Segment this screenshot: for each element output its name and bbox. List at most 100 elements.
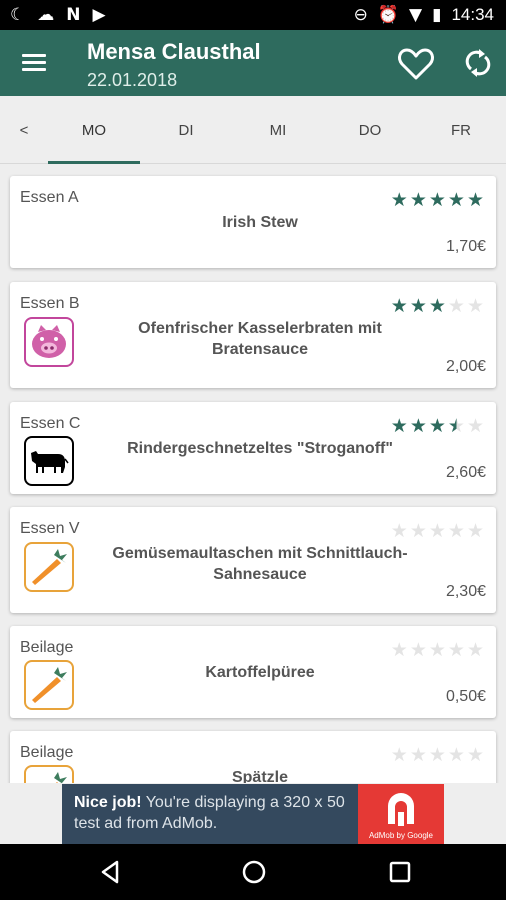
star-icon[interactable]: ★: [391, 190, 408, 210]
meal-price: 2,30€: [445, 583, 486, 600]
meal-price: 2,60€: [445, 464, 486, 481]
n-icon: N: [66, 5, 81, 25]
star-icon[interactable]: ★: [429, 745, 446, 765]
recents-button[interactable]: [385, 858, 415, 886]
alarm-icon: ⏰: [377, 5, 400, 25]
meal-card[interactable]: Essen A ★ ★ ★ ★ ★ Irish Stew 1,70€: [10, 176, 496, 268]
app-bar: Mensa Clausthal 22.01.2018: [0, 30, 506, 96]
star-icon[interactable]: ★: [429, 296, 446, 316]
minus-circle-icon: ⊖: [353, 5, 368, 25]
star-icon[interactable]: ★: [448, 296, 465, 316]
meal-card[interactable]: Essen V ★ ★ ★ ★ ★ Gemüsemaultaschen mit Schn…: [10, 507, 496, 613]
meal-list[interactable]: Essen A ★ ★ ★ ★ ★ Irish Stew 1,70€ Essen B ★…: [0, 165, 506, 783]
battery-icon: ▮: [432, 5, 442, 25]
meal-price: 0,50€: [445, 688, 486, 705]
back-icon: [101, 860, 119, 884]
meal-category: Essen B: [20, 295, 80, 312]
moon-icon: ☾: [10, 5, 26, 25]
star-icon[interactable]: ★: [467, 745, 484, 765]
rating-stars[interactable]: ★ ★ ★ ★ ★: [391, 296, 484, 316]
meal-category: Essen C: [20, 415, 81, 432]
meal-name: Rindergeschnetzeltes "Stroganoff": [127, 440, 393, 457]
tab-mi[interactable]: MI: [232, 96, 324, 164]
menu-icon: [22, 54, 46, 57]
tab-di[interactable]: DI: [140, 96, 232, 164]
rating-stars[interactable]: ★ ★ ★ ★ ★: [391, 190, 484, 210]
rating-stars[interactable]: ★ ★ ★ ★ ★: [391, 416, 484, 436]
star-icon[interactable]: ★: [429, 521, 446, 541]
meal-card[interactable]: Essen B ★ ★ ★ ★ ★ Ofenfrischer Kasselerbrate…: [10, 282, 496, 388]
star-icon[interactable]: ★: [467, 190, 484, 210]
meal-price: 1,70€: [445, 238, 486, 255]
meal-category: Beilage: [20, 744, 74, 761]
app-title: Mensa Clausthal: [87, 39, 261, 64]
ad-logo-caption: AdMob by Google: [368, 831, 434, 840]
system-nav-bar: [0, 844, 506, 900]
tab-mo[interactable]: MO: [48, 96, 140, 164]
rating-stars[interactable]: ★ ★ ★ ★ ★: [391, 640, 484, 660]
menu-button[interactable]: [20, 51, 48, 75]
star-icon[interactable]: ★: [429, 416, 446, 436]
meal-card[interactable]: Beilage ★ ★ ★ ★ ★ Spätzle: [10, 731, 496, 783]
meal-card[interactable]: Essen C ★ ★ ★ ★ ★ Rindergeschnetzeltes "Stro…: [10, 402, 496, 494]
star-icon[interactable]: ★: [391, 745, 408, 765]
star-icon[interactable]: ★: [448, 521, 465, 541]
star-icon[interactable]: ★: [467, 296, 484, 316]
tab-fr[interactable]: FR: [416, 96, 506, 164]
star-icon[interactable]: ★: [410, 745, 427, 765]
star-icon[interactable]: ★: [391, 416, 408, 436]
refresh-icon: [465, 49, 491, 77]
back-button[interactable]: [95, 858, 125, 886]
star-icon[interactable]: ★: [467, 416, 484, 436]
pig-icon: [24, 317, 74, 367]
meal-name: Ofenfrischer Kasselerbraten mit Bratensa…: [138, 320, 382, 358]
star-icon[interactable]: ★: [448, 190, 465, 210]
star-icon[interactable]: ★: [391, 521, 408, 541]
star-icon[interactable]: ★: [391, 296, 408, 316]
heart-icon: [398, 48, 434, 80]
star-icon[interactable]: ★: [467, 640, 484, 660]
star-icon[interactable]: ★: [429, 640, 446, 660]
star-icon[interactable]: ★: [410, 640, 427, 660]
meal-price: 2,00€: [445, 358, 486, 375]
admob-logo: AdMob by Google: [358, 784, 444, 844]
ad-text: Nice job! You're displaying a 320 x 50 t…: [74, 792, 364, 834]
star-icon[interactable]: ★: [391, 640, 408, 660]
star-icon[interactable]: ★: [448, 416, 465, 436]
meal-category: Essen A: [20, 189, 79, 206]
active-tab-indicator: [48, 161, 140, 164]
meal-card[interactable]: Beilage ★ ★ ★ ★ ★ Kartoffelpüree 0,50€: [10, 626, 496, 718]
app-date: 22.01.2018: [87, 70, 178, 90]
tab-do[interactable]: DO: [324, 96, 416, 164]
wifi-icon: ▼: [409, 5, 423, 25]
rating-stars[interactable]: ★ ★ ★ ★ ★: [391, 521, 484, 541]
menu-icon-bar: [22, 61, 46, 64]
star-icon[interactable]: ★: [467, 521, 484, 541]
star-icon[interactable]: ★: [410, 296, 427, 316]
star-icon[interactable]: ★: [448, 640, 465, 660]
carrot-icon: [24, 765, 74, 783]
refresh-button[interactable]: [462, 46, 494, 80]
meal-name: Irish Stew: [222, 214, 298, 231]
ad-banner[interactable]: Nice job! You're displaying a 320 x 50 t…: [62, 784, 444, 844]
meal-category: Essen V: [20, 520, 80, 537]
ad-text-bold: Nice job!: [74, 794, 142, 811]
star-icon[interactable]: ★: [448, 745, 465, 765]
home-button[interactable]: [239, 858, 269, 886]
meal-name: Kartoffelpüree: [205, 664, 315, 681]
cow-icon: [24, 436, 74, 486]
tab-previous-week[interactable]: <: [10, 96, 38, 164]
meal-name: Spätzle: [231, 769, 288, 783]
star-icon[interactable]: ★: [410, 521, 427, 541]
star-icon[interactable]: ★: [410, 190, 427, 210]
clock-time: 14:34: [451, 5, 494, 24]
home-icon: [242, 860, 266, 884]
rating-stars[interactable]: ★ ★ ★ ★ ★: [391, 745, 484, 765]
meal-category: Beilage: [20, 639, 74, 656]
favorite-button[interactable]: [396, 44, 436, 84]
menu-icon-bar: [22, 68, 46, 71]
recents-icon: [389, 861, 411, 883]
star-icon[interactable]: ★: [410, 416, 427, 436]
status-bar: ☾ ☁ N ▶ ⊖ ⏰ ▼ ▮ 14:34: [0, 0, 506, 30]
star-icon[interactable]: ★: [429, 190, 446, 210]
